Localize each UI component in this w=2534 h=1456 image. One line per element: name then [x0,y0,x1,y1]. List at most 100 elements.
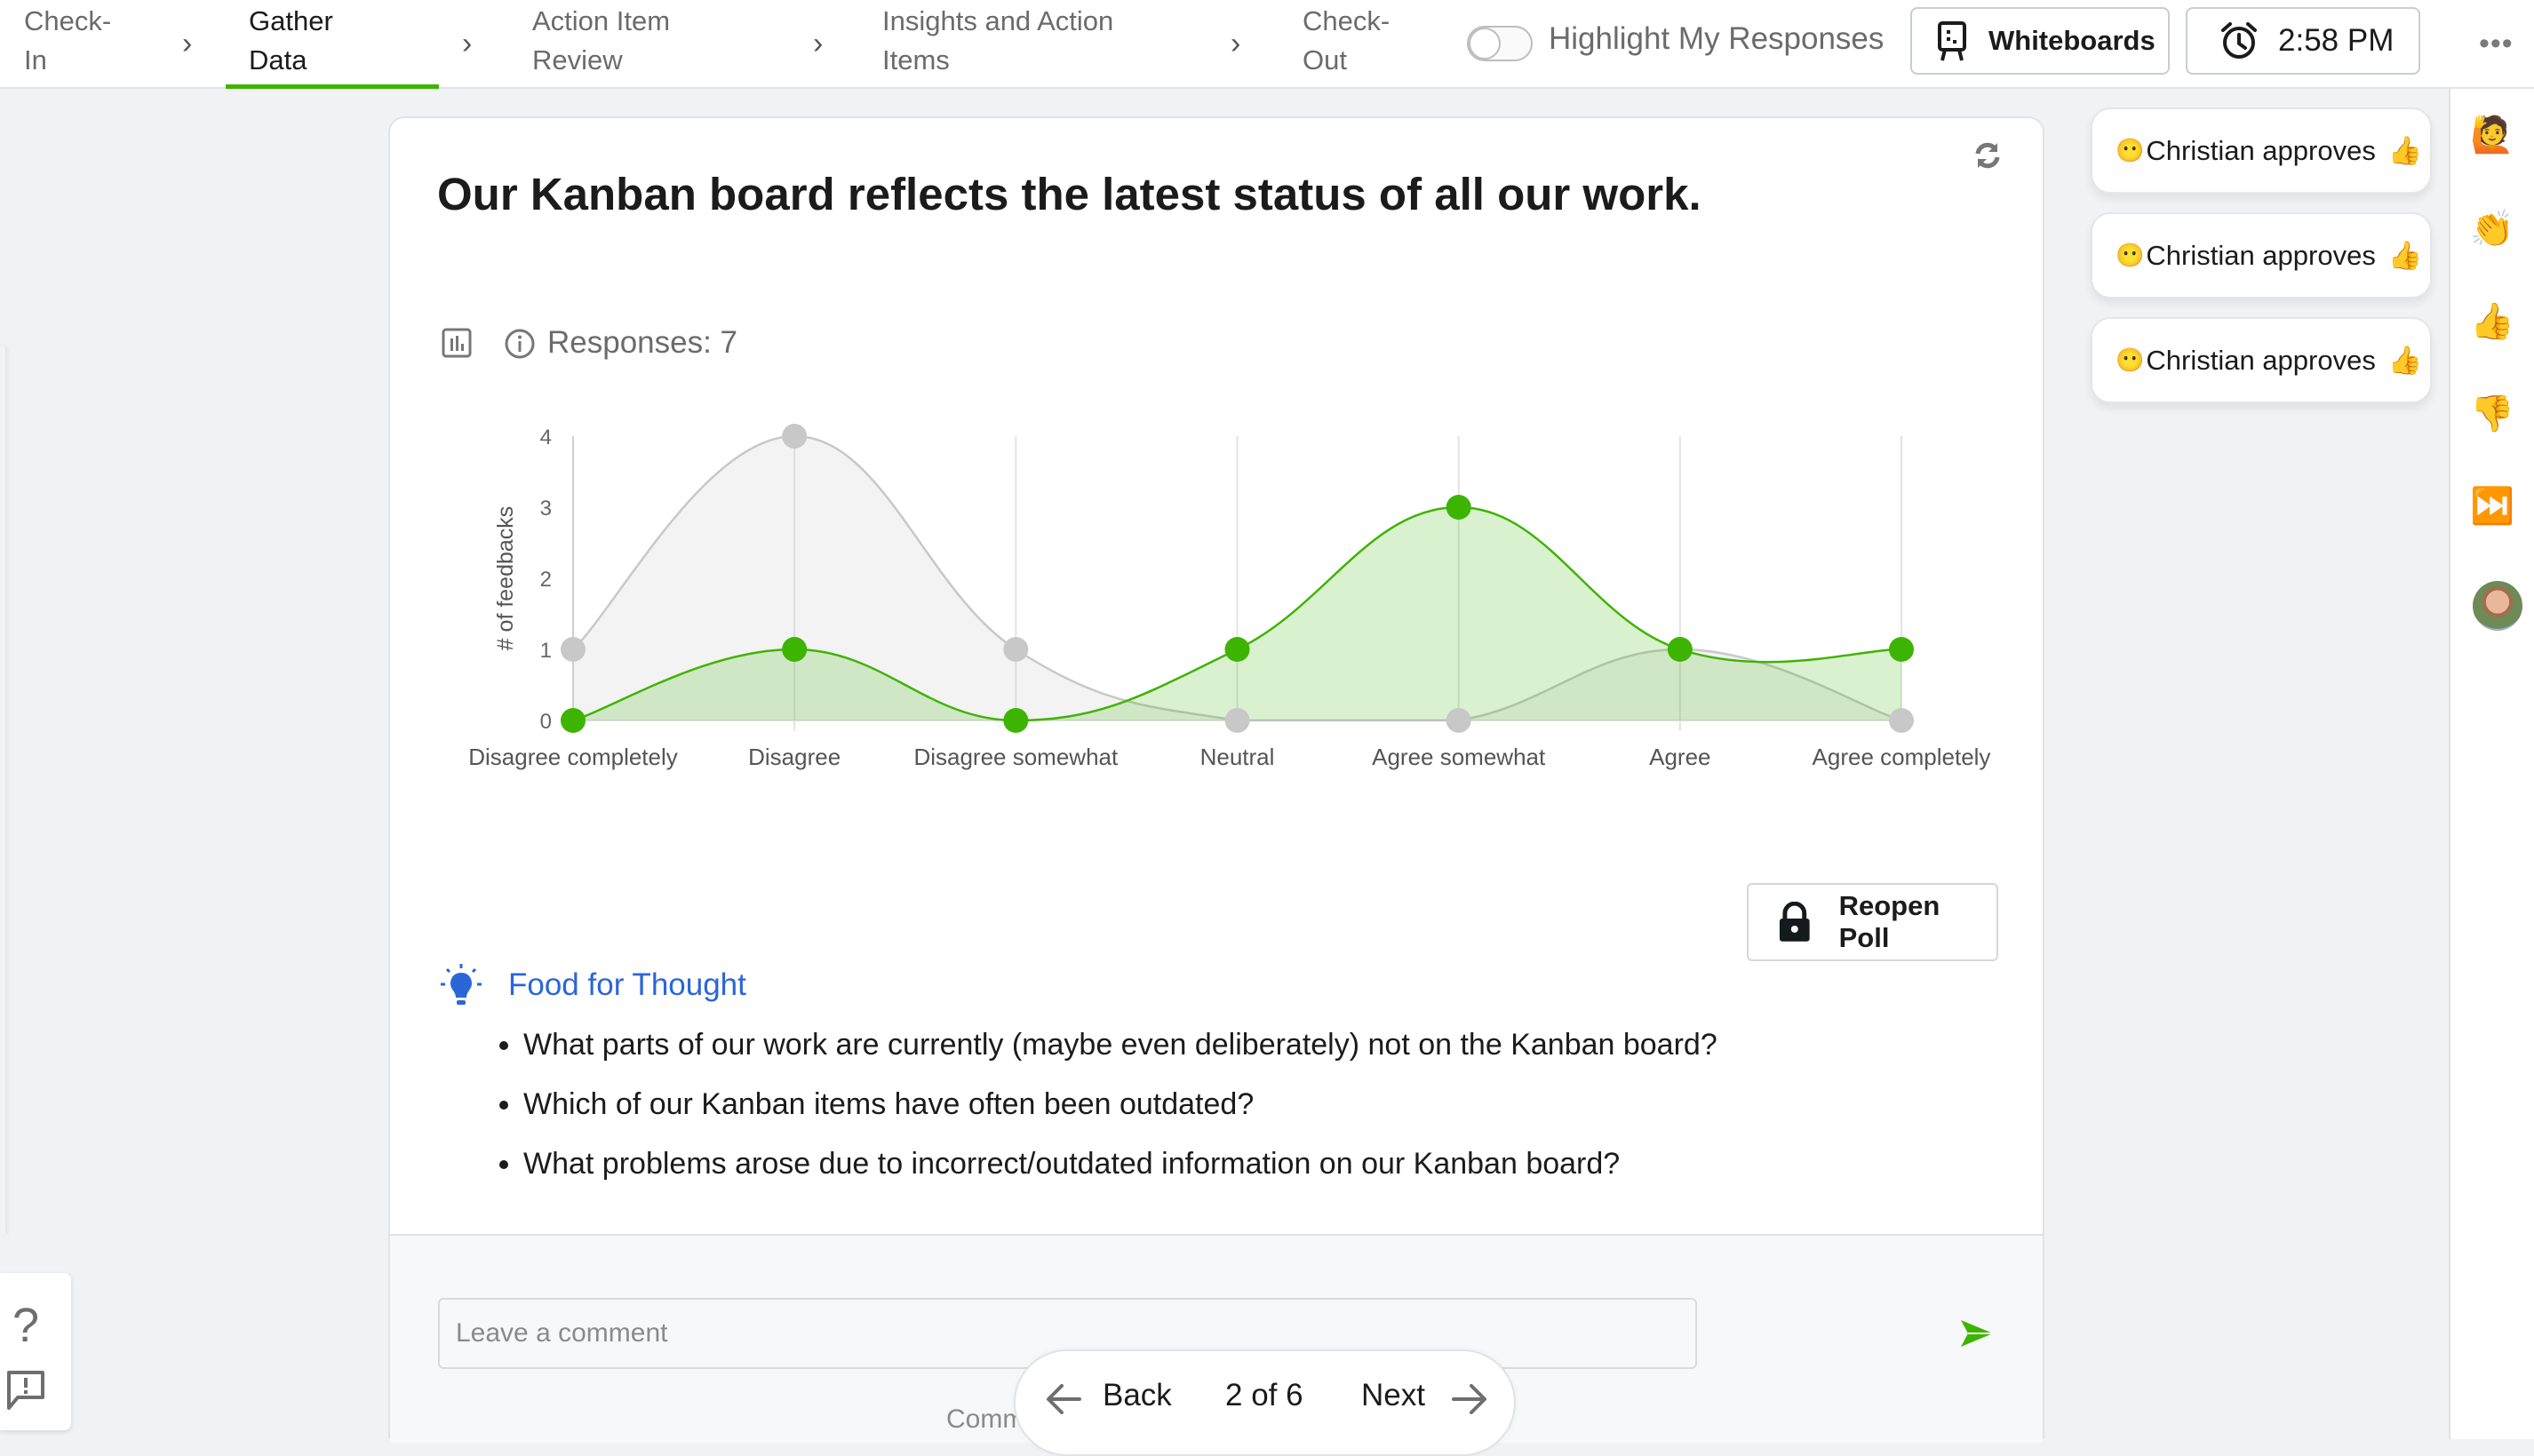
page-indicator: 2 of 6 [1225,1378,1303,1412]
y-tick-label: 1 [540,639,552,663]
step-check-in[interactable]: Check- In [24,2,111,80]
top-bar: Check- In › Gather Data › Action Item Re… [0,0,2534,89]
thumbs-down-icon[interactable]: 👎 [2470,393,2514,435]
collapsed-left-panel [0,346,5,1235]
data-point [1667,637,1693,662]
responses-count: Responses: 7 [547,325,738,360]
y-tick-label: 3 [540,497,552,521]
reaction-notification: 😶 Christian approves 👍 [2091,317,2432,403]
highlight-my-responses-label: Highlight My Responses [1549,21,1885,56]
data-point [1224,637,1250,662]
step-check-out[interactable]: Check- Out [1303,2,1390,80]
reaction-notification: 😶 Christian approves 👍 [2091,212,2432,298]
reaction-text: Christian approves [2146,134,2376,166]
whiteboard-icon [1938,21,1966,61]
highlight-my-responses-toggle[interactable] [1467,26,1533,61]
data-point [782,424,808,449]
active-step-indicator [226,84,439,89]
reaction-text: Christian approves [2146,344,2376,376]
info-icon [505,329,535,359]
x-tick-label: Disagree [748,744,841,770]
food-for-thought-item: What parts of our work are currently (ma… [523,1015,1717,1075]
back-button[interactable]: Back [1103,1378,1172,1413]
reaction-notification: 😶 Christian approves 👍 [2091,107,2432,194]
comments-label: Comm [946,1404,1025,1434]
bar-chart-icon[interactable] [442,328,472,358]
pagination-control: Back 2 of 6 Next [1014,1349,1516,1456]
data-point [1224,708,1250,733]
y-tick-label: 4 [540,426,552,450]
toggle-knob [1469,28,1501,60]
x-tick-label: Agree completely [1813,744,1991,770]
data-point [1003,637,1029,662]
x-tick-label: Disagree somewhat [913,744,1119,770]
face-icon: 😶 [2116,242,2145,268]
whiteboards-label: Whiteboards [1988,25,2155,56]
thumbs-up-icon: 👍 [2387,240,2423,271]
data-point [1446,495,1471,520]
data-point [1889,708,1914,733]
face-icon: 😶 [2116,137,2145,163]
step-label: Check- [1303,5,1391,36]
step-label: Check- [24,5,112,36]
arrow-right-icon[interactable] [1450,1381,1489,1417]
thumbs-up-icon: 👍 [2387,345,2423,376]
step-label: Items [882,44,950,76]
help-icon[interactable]: ? [12,1298,39,1353]
data-point [561,637,586,662]
arrow-left-icon[interactable] [1044,1381,1083,1417]
x-tick-label: Agree [1649,744,1710,770]
food-for-thought-item: Which of our Kanban items have often bee… [523,1075,1717,1134]
step-action-item-review[interactable]: Action Item Review [532,2,670,80]
data-point [1003,708,1029,733]
step-label: In [24,44,47,76]
step-insights-and-action-items[interactable]: Insights and Action Items [882,2,1113,80]
question-card: Our Kanban board reflects the latest sta… [388,116,2044,1443]
feedback-icon[interactable] [5,1369,46,1410]
chevron-right-icon: › [813,27,824,60]
y-tick-label: 0 [540,710,552,734]
raise-hand-icon[interactable]: 🙋 [2470,114,2514,156]
next-button[interactable]: Next [1361,1378,1425,1413]
responses-chart: 0 1 2 3 4 # of feedbacks Disagree completely Di… [468,424,1991,770]
timer-button[interactable]: 2:58 PM [2186,7,2420,75]
question-title: Our Kanban board reflects the latest sta… [437,169,1701,219]
reopen-poll-button[interactable]: Reopen Poll [1747,883,1998,961]
y-tick-label: 2 [540,568,552,592]
chevron-right-icon: › [462,27,473,60]
step-gather-data[interactable]: Gather Data [249,2,333,80]
step-label: Review [532,44,623,76]
reaction-text: Christian approves [2146,239,2376,271]
step-label: Gather [249,5,333,36]
whiteboards-button[interactable]: Whiteboards [1910,7,2170,75]
data-point [782,637,808,662]
food-for-thought-title: Food for Thought [508,967,746,1002]
step-label: Action Item [532,5,671,36]
lightbulb-icon [441,964,482,1005]
thumbs-up-icon[interactable]: 👍 [2470,300,2514,343]
avatar[interactable] [2473,581,2522,631]
step-label: Out [1303,44,1347,76]
chevron-right-icon: › [182,27,193,60]
timer-label: 2:58 PM [2278,23,2395,58]
send-icon[interactable] [1959,1318,1995,1349]
step-label: Insights and Action [882,5,1114,36]
clap-icon[interactable]: 👏 [2470,208,2514,251]
step-label: Data [249,44,307,76]
food-for-thought-item: What problems arose due to incorrect/out… [523,1134,1717,1194]
data-point [1446,708,1471,733]
face-icon: 😶 [2116,346,2145,373]
food-for-thought-list: What parts of our work are currently (ma… [488,1015,1717,1194]
reopen-poll-label: Reopen Poll [1838,890,1940,953]
data-point [561,708,586,733]
alarm-clock-icon [2221,22,2257,59]
chevron-right-icon: › [1231,27,1241,60]
skip-icon[interactable]: ⏭️ [2470,485,2514,528]
refresh-icon[interactable] [1974,141,2001,170]
x-tick-label: Agree somewhat [1372,744,1546,770]
thumbs-up-icon: 👍 [2387,135,2423,166]
help-panel: ? [0,1273,71,1430]
x-tick-label: Neutral [1200,744,1275,770]
more-options-icon[interactable]: ••• [2479,27,2514,61]
x-tick-label: Disagree completely [468,744,678,770]
